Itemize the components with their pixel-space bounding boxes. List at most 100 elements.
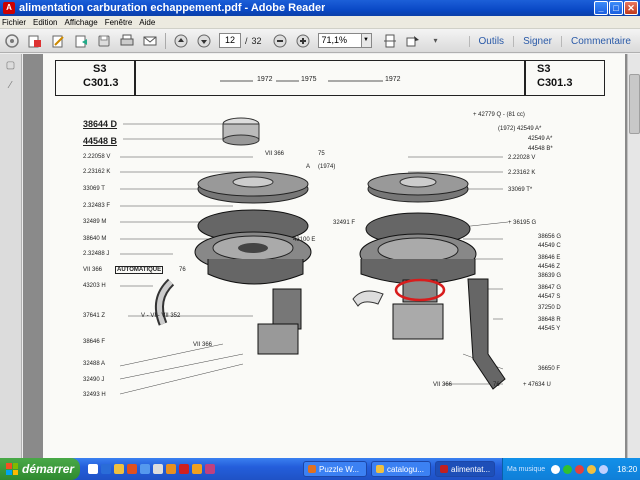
pdf-page: S3 C301.3 S3 C301.3 1972 1975 1972 38644… xyxy=(43,54,625,458)
part-number-label: + 47634 U xyxy=(523,382,551,388)
diagram-label: A xyxy=(306,164,311,170)
part-number-label: 2.23162 K xyxy=(83,169,111,175)
scrollbar-thumb[interactable] xyxy=(629,74,640,134)
tray-icon[interactable] xyxy=(551,464,561,474)
attachments-icon[interactable]: ⁄ xyxy=(4,80,18,94)
part-number-label: 2.22028 V xyxy=(508,155,536,161)
media-icon[interactable] xyxy=(127,464,137,474)
part-number-label: 37641 Z xyxy=(83,313,106,319)
page-total: 32 xyxy=(251,35,262,46)
tray-icon[interactable] xyxy=(575,464,585,474)
ie-icon[interactable] xyxy=(101,464,111,474)
title-bar[interactable]: A alimentation carburation echappement.p… xyxy=(0,0,640,16)
tray-icon[interactable] xyxy=(563,464,573,474)
adobe-reader-window: A alimentation carburation echappement.p… xyxy=(0,0,640,458)
part-number-label: 38639 G xyxy=(538,273,562,279)
part-number-label: 44545 Y xyxy=(538,326,561,332)
part-number-label: + 42779 Q - (81 cc) xyxy=(473,112,525,118)
tray-icon[interactable] xyxy=(587,464,597,474)
page-number-input[interactable]: 12 xyxy=(219,33,241,48)
menu-fenetre[interactable]: Fenêtre xyxy=(105,18,133,27)
task-label: Puzzle W... xyxy=(319,464,360,474)
start-button[interactable]: démarrer xyxy=(0,458,80,480)
print-icon[interactable] xyxy=(119,33,135,49)
quick-launch xyxy=(88,464,215,474)
part-number-label: 38644 D xyxy=(83,119,118,129)
app-icon[interactable] xyxy=(179,464,189,474)
part-number-label: 32488 A xyxy=(83,361,106,367)
part-number-label: 38647 G xyxy=(538,285,562,291)
create-pdf-icon[interactable] xyxy=(4,33,20,49)
document-viewport[interactable]: S3 C301.3 S3 C301.3 1972 1975 1972 38644… xyxy=(23,54,627,458)
interactive-icon[interactable] xyxy=(405,33,421,49)
sign-link[interactable]: Signer xyxy=(513,35,561,47)
tools-link[interactable]: Outils xyxy=(468,35,514,47)
firefox-icon[interactable] xyxy=(166,464,176,474)
minimize-button[interactable]: _ xyxy=(594,1,608,15)
zoom-dropdown-chevron-icon[interactable]: ▼ xyxy=(361,33,372,48)
next-page-icon[interactable] xyxy=(196,33,212,49)
pages-panel-icon[interactable]: ▢ xyxy=(4,60,18,74)
maximize-button[interactable]: □ xyxy=(609,1,623,15)
part-number-label: 44548 B* xyxy=(528,146,553,152)
start-label: démarrer xyxy=(22,462,75,476)
diagram-label: 76 xyxy=(493,382,500,388)
taskbar-button-puzzle[interactable]: Puzzle W... xyxy=(303,461,367,477)
zoom-out-icon[interactable] xyxy=(272,33,288,49)
edit-icon[interactable] xyxy=(50,33,66,49)
part-number-label: 38646 F xyxy=(83,339,106,345)
folder-icon[interactable] xyxy=(114,464,124,474)
part-number-label: 2.22058 V xyxy=(83,154,111,160)
diagram-label: VII 366 xyxy=(193,342,213,348)
open-icon[interactable] xyxy=(27,33,43,49)
tray-music-label[interactable]: Ma musique xyxy=(507,466,545,473)
fit-page-icon[interactable] xyxy=(382,33,398,49)
puzzle-task-icon xyxy=(308,465,316,473)
part-number-label: 38648 R xyxy=(538,317,561,323)
task-label: catalogu... xyxy=(387,464,424,474)
part-number-label: 44547 S xyxy=(538,294,561,300)
part-number-label: 32490 J xyxy=(83,377,105,383)
show-desktop-icon[interactable] xyxy=(88,464,98,474)
app-icon[interactable] xyxy=(205,464,215,474)
app-icon[interactable] xyxy=(192,464,202,474)
folder-task-icon xyxy=(376,465,384,473)
taskbar-button-alimentation[interactable]: alimentat... xyxy=(435,461,495,477)
vertical-scrollbar[interactable] xyxy=(627,54,640,458)
part-number-label: 42549 A* xyxy=(528,136,553,142)
share-icon[interactable] xyxy=(73,33,89,49)
part-number-label: 32493 H xyxy=(83,392,106,398)
system-tray: Ma musique 18:20 xyxy=(502,458,640,480)
menu-aide[interactable]: Aide xyxy=(139,18,155,27)
save-icon[interactable] xyxy=(96,33,112,49)
diagram-label: 43100 E xyxy=(293,237,316,243)
part-number-label: 32489 M xyxy=(83,219,107,225)
comment-link[interactable]: Commentaire xyxy=(560,35,640,47)
part-number-label: 38646 E xyxy=(538,255,561,261)
part-number-label: + 36195 G xyxy=(508,220,537,226)
diagram-label: VII 366 xyxy=(265,151,285,157)
menu-fichier[interactable]: Fichier xyxy=(2,18,26,27)
taskbar-button-catalogue[interactable]: catalogu... xyxy=(371,461,431,477)
more-icon[interactable]: ▾ xyxy=(428,33,444,49)
automatique-label: AUTOMATIQUE xyxy=(115,266,164,274)
app-icon[interactable] xyxy=(153,464,163,474)
toolbar: 12 / 32 71,1% ▼ ▾ Outils Signer Commenta… xyxy=(0,29,640,53)
app-icon[interactable] xyxy=(140,464,150,474)
clock[interactable]: 18:20 xyxy=(617,465,637,474)
diagram-label: V - VI - VII 352 xyxy=(141,313,181,319)
zoom-level-input[interactable]: 71,1% xyxy=(317,33,362,48)
diagram-label: VII 366 xyxy=(433,382,453,388)
menu-affichage[interactable]: Affichage xyxy=(64,18,97,27)
volume-icon[interactable] xyxy=(599,464,609,474)
part-number-label: 37250 D xyxy=(538,305,561,311)
menu-edition[interactable]: Edition xyxy=(33,18,57,27)
menu-bar: Fichier Edition Affichage Fenêtre Aide xyxy=(0,16,640,29)
zoom-in-icon[interactable] xyxy=(295,33,311,49)
part-number-label: 44549 C xyxy=(538,243,561,249)
diagram-label: 76 xyxy=(179,267,186,273)
email-icon[interactable] xyxy=(142,33,158,49)
part-number-label: 44546 Z xyxy=(538,264,561,270)
close-button[interactable]: ✕ xyxy=(624,1,638,15)
prev-page-icon[interactable] xyxy=(173,33,189,49)
